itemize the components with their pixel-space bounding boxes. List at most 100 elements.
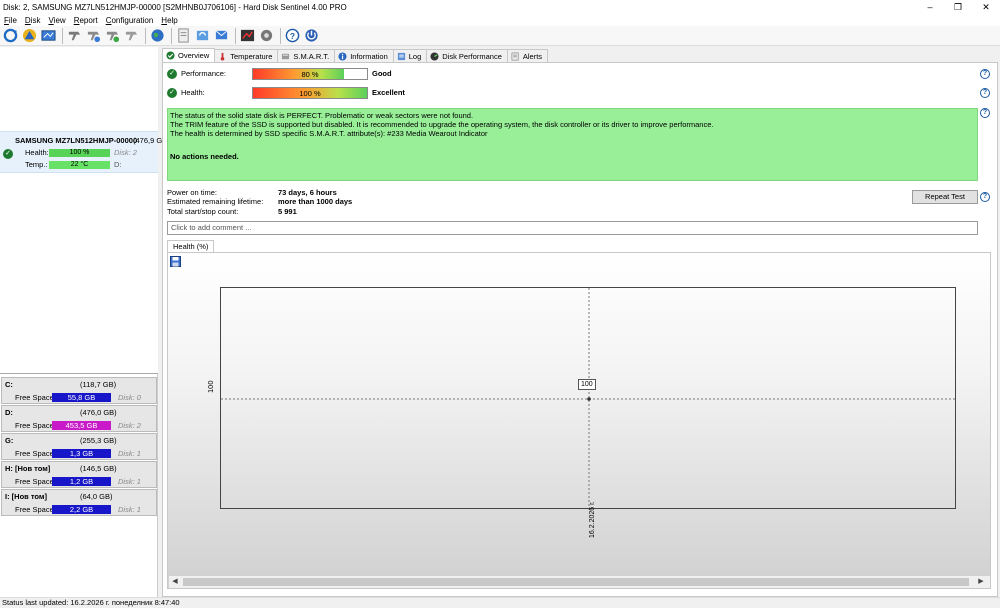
close-button[interactable]: ✕ [972,0,1000,14]
scroll-thumb[interactable] [183,578,969,586]
warning-icon[interactable] [21,28,37,44]
volume-size: (146,5 GB) [80,464,117,473]
send-icon[interactable] [213,28,229,44]
menu-help[interactable]: Help [157,16,181,25]
volume-disk: Disk: 2 [118,421,141,430]
data-point-label: 100 [578,379,596,390]
status-bar: Status last updated: 16.2.2026 г. понеде… [0,597,1000,607]
tab-label: S.M.A.R.T. [293,51,330,61]
health-chart-container: Health (%) 100 100 16.2.2026 г. ◀ ▶ [167,240,991,589]
help-icon[interactable]: ? [284,28,300,44]
tab-temperature[interactable]: Temperature [214,49,279,62]
performance-value: 80 % [301,70,319,79]
free-space-bar: 453,5 GB [52,421,111,430]
volume-item[interactable]: C: (118,7 GB) Free Space 55,8 GB Disk: 0 [1,377,157,404]
tab-label: Information [350,51,388,61]
volume-item[interactable]: G: (255,3 GB) Free Space 1,3 GB Disk: 1 [1,433,157,460]
disk-temp-bar: 22 °C [49,161,110,169]
save-icon[interactable] [170,256,181,267]
health-bar: 100 % [252,87,368,99]
log-icon [397,52,405,60]
disk-details-icon[interactable] [40,28,56,44]
smart-icon [282,53,290,59]
free-space-label: Free Space [15,505,54,514]
menu-disk[interactable]: Disk [21,16,45,25]
volume-item[interactable]: H: [Нов том] (146,5 GB) Free Space 1,2 G… [1,461,157,488]
thermometer-icon [220,52,225,61]
tab-log[interactable]: Log [392,49,428,62]
help-icon[interactable]: ? [980,192,990,202]
free-space-bar: 55,8 GB [52,393,111,402]
disk-health-label: Health: [25,148,49,157]
tab-information[interactable]: Information [334,49,394,62]
free-space-bar: 1,3 GB [52,449,111,458]
menu-view[interactable]: View [44,16,69,25]
disk-size: (476,9 G [133,136,163,145]
volume-disk: Disk: 1 [118,477,141,486]
tab-overview[interactable]: Overview [162,48,216,62]
document-icon[interactable] [175,28,191,44]
tab-bar: Overview Temperature S.M.A.R.T. Informat… [162,48,998,62]
free-space-label: Free Space [15,393,54,402]
volume-size: (476,0 GB) [80,408,117,417]
scroll-right-icon[interactable]: ▶ [975,576,987,588]
report-icon[interactable] [239,28,255,44]
disk-drive-letter: D: [114,160,122,169]
settings-disk-icon[interactable] [258,28,274,44]
svg-text:?: ? [289,31,294,41]
globe-icon[interactable] [149,28,165,44]
disk-temp-label: Temp.: [25,160,48,169]
volume-size: (255,3 GB) [80,436,117,445]
volume-item[interactable]: I: [Нов том] (64,0 GB) Free Space 2,2 GB… [1,489,157,516]
menu-report[interactable]: Report [70,16,102,25]
startstop-value: 5 991 [278,207,297,216]
tab-disk-performance[interactable]: Disk Performance [426,49,508,62]
check-icon: ✓ [167,69,177,79]
sync-icon[interactable] [194,28,210,44]
tab-alerts[interactable]: Alerts [506,49,549,62]
volume-item[interactable]: D: (476,0 GB) Free Space 453,5 GB Disk: … [1,405,157,432]
help-icon[interactable]: ? [980,88,990,98]
scroll-left-icon[interactable]: ◀ [169,576,181,588]
free-space-label: Free Space [15,421,54,430]
volume-size: (64,0 GB) [80,492,113,501]
status-line: The status of the solid state disk is PE… [170,111,474,120]
data-point [587,397,591,401]
chart-area: 100 100 16.2.2026 г. ◀ ▶ [167,252,991,589]
help-icon[interactable]: ? [980,108,990,118]
volume-letter: G: [5,436,14,445]
refresh-icon[interactable] [2,28,18,44]
tab-smart[interactable]: S.M.A.R.T. [277,49,336,62]
horizontal-scrollbar[interactable]: ◀ ▶ [169,576,990,588]
performance-fill [253,69,345,79]
help-icon[interactable]: ? [980,69,990,79]
maximize-button[interactable]: ❐ [944,0,972,14]
disk-health-row: ✓ Health: 100 % Disk: 2 [0,148,158,159]
probe-icon-3[interactable] [104,28,120,44]
menu-file[interactable]: File [0,16,21,25]
repeat-test-button[interactable]: Repeat Test [912,190,978,204]
menu-configuration[interactable]: Configuration [102,16,158,25]
probe-icon-4[interactable] [123,28,139,44]
status-action: No actions needed. [170,152,239,161]
info-icon [338,51,347,61]
free-space-label: Free Space [15,477,54,486]
volume-size: (118,7 GB) [80,380,117,389]
lifetime-value: more than 1000 days [278,197,353,206]
probe-icon-2[interactable] [85,28,101,44]
toolbar-separator [171,27,172,44]
disk-temp-value: 22 °C [70,161,89,168]
volume-list: C: (118,7 GB) Free Space 55,8 GB Disk: 0… [0,377,158,517]
minimize-button[interactable]: ‒ [916,0,944,14]
health-label: Health: [181,88,205,97]
power-icon[interactable] [303,28,319,44]
tab-label: Disk Performance [442,51,502,61]
status-line: The health is determined by SSD specific… [170,129,488,138]
comment-input[interactable]: Click to add comment ... [167,221,978,235]
performance-rating: Good [372,69,392,78]
disk-entry[interactable]: SAMSUNG MZ7LN512HMJP-00000 (476,9 G ✓ He… [0,131,162,173]
probe-icon[interactable] [66,28,82,44]
volume-letter: C: [5,380,13,389]
toolbar-separator [62,27,63,44]
disk-name: SAMSUNG MZ7LN512HMJP-00000 [15,136,138,145]
